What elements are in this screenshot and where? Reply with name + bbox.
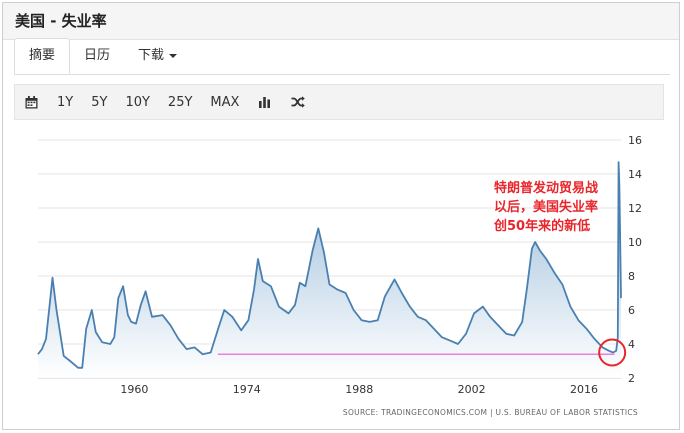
y-tick-label: 4 [628, 338, 635, 351]
y-tick-label: 8 [628, 270, 635, 283]
y-axis: 2 4 6 8 10 12 14 16 [628, 134, 642, 385]
x-tick-label: 2002 [458, 383, 486, 396]
annotation-line: 创50年来的新低 [494, 219, 591, 234]
x-tick-label: 1988 [345, 383, 373, 396]
x-tick-label: 1974 [233, 383, 261, 396]
x-axis: 1960 1974 1988 2002 2016 [120, 383, 598, 396]
annotation-line: 以后，美国失业率 [494, 200, 599, 215]
y-tick-label: 2 [628, 372, 635, 385]
y-tick-label: 12 [628, 202, 642, 215]
x-tick-label: 1960 [120, 383, 148, 396]
x-tick-label: 2016 [570, 383, 598, 396]
annotation-text: 特朗普发动贸易战 以后，美国失业率 创50年来的新低 [494, 179, 626, 236]
y-tick-label: 14 [628, 168, 642, 181]
y-tick-label: 6 [628, 304, 635, 317]
annotation-line: 特朗普发动贸易战 [494, 181, 599, 196]
y-tick-label: 10 [628, 236, 642, 249]
y-tick-label: 16 [628, 134, 642, 147]
source-credit: SOURCE: TRADINGECONOMICS.COM | U.S. BURE… [342, 408, 638, 417]
